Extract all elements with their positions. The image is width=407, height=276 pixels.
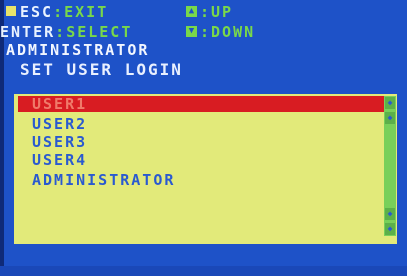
hint-esc: ESC:EXIT xyxy=(20,3,109,21)
monitor-bezel-bottom xyxy=(0,266,407,276)
list-item-user1[interactable]: USER1 xyxy=(32,96,87,112)
esc-action-label: EXIT xyxy=(64,3,109,21)
monitor-bezel xyxy=(0,0,4,276)
hint-down: :DOWN xyxy=(200,23,256,41)
hint-enter: ENTER:SELECT xyxy=(0,23,133,41)
menu-subtitle: SET USER LOGIN xyxy=(20,60,183,79)
hint-up: :UP xyxy=(200,3,234,21)
scroll-up-icon[interactable]: ◆ xyxy=(385,97,395,109)
hint-marker xyxy=(6,6,16,16)
enter-key-label: ENTER xyxy=(0,23,56,41)
up-action-label: UP xyxy=(211,3,234,21)
down-arrow-icon: ▼ xyxy=(186,26,197,37)
list-item-user4[interactable]: USER4 xyxy=(32,152,87,168)
list-item-user3[interactable]: USER3 xyxy=(32,134,87,150)
menu-title: ADMINISTRATOR xyxy=(6,41,150,59)
down-action-label: DOWN xyxy=(211,23,256,41)
esc-key-label: ESC xyxy=(20,3,54,21)
scroll-marker-icon: ◆ xyxy=(385,208,395,220)
list-item-user2[interactable]: USER2 xyxy=(32,116,87,132)
scroll-down-icon[interactable]: ◆ xyxy=(385,223,395,235)
osd-screen: ESC:EXIT ▲ :UP ENTER:SELECT ▼ :DOWN ADMI… xyxy=(0,0,407,276)
list-item-administrator[interactable]: ADMINISTRATOR xyxy=(32,172,175,188)
scroll-marker-icon: ◆ xyxy=(385,112,395,124)
enter-action-label: SELECT xyxy=(66,23,133,41)
up-arrow-icon: ▲ xyxy=(186,6,197,17)
